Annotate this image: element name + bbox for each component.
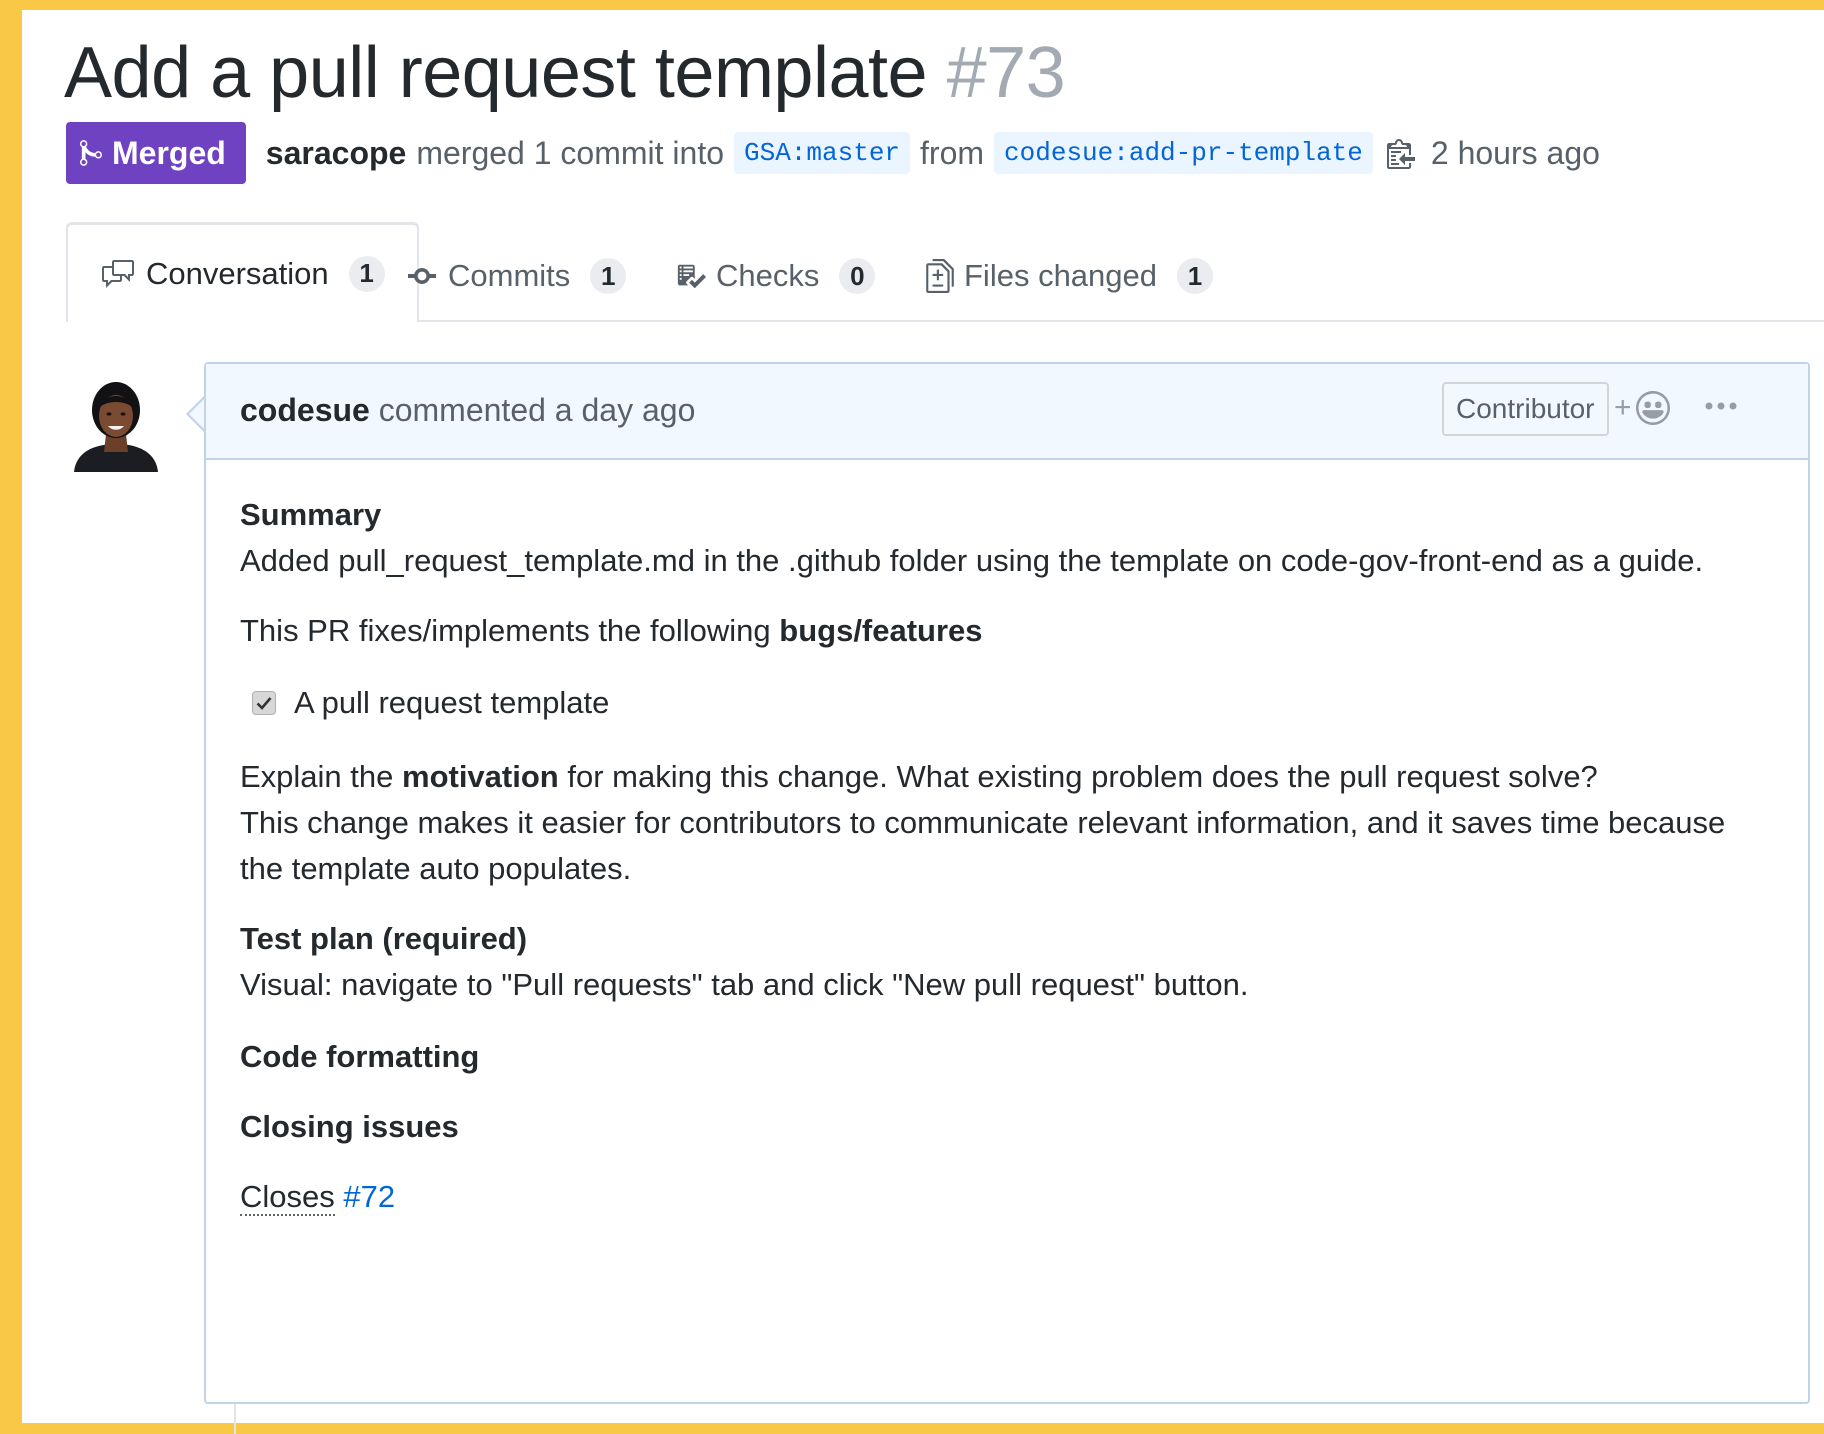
motivation-prefix: Explain the: [240, 759, 402, 794]
checklist-icon: [677, 264, 706, 289]
pr-title: Add a pull request template: [64, 33, 928, 113]
summary-heading: Summary: [240, 497, 382, 532]
base-branch-label[interactable]: GSA:master: [734, 132, 911, 174]
task-list-item: A pull request template: [240, 680, 1768, 726]
git-commit-icon: [408, 268, 436, 284]
comment-discussion-icon: [102, 259, 134, 288]
pull-request-page: Add a pull request template #73 Merged s…: [22, 10, 1824, 1434]
fixes-prefix: This PR fixes/implements the following: [240, 613, 780, 648]
test-plan-text: Visual: navigate to "Pull requests" tab …: [240, 967, 1249, 1002]
merge-action-text: merged 1 commit into: [416, 134, 724, 171]
more-options-button[interactable]: [1698, 382, 1744, 430]
contributor-badge: Contributor: [1442, 382, 1609, 436]
avatar[interactable]: [66, 372, 166, 472]
tab-label: Checks: [716, 258, 820, 293]
timeline-connector: [234, 1404, 236, 1434]
tab-counter: 1: [1177, 258, 1214, 294]
tab-label: Commits: [448, 258, 571, 293]
closes-line: Closes #72: [240, 1174, 1768, 1220]
page-title: Add a pull request template #73: [64, 30, 1066, 116]
task-label: A pull request template: [294, 685, 610, 720]
pr-number: #73: [946, 33, 1066, 113]
closing-issues-heading: Closing issues: [240, 1109, 459, 1144]
motivation-bold: motivation: [402, 759, 559, 794]
merged-state-badge: Merged: [66, 122, 246, 184]
from-text: from: [920, 134, 985, 171]
fixes-bold: bugs/features: [779, 613, 983, 648]
head-branch-label[interactable]: codesue:add-pr-template: [994, 132, 1373, 174]
comment-header: codesue commented a day ago Contributor …: [206, 364, 1808, 460]
tab-counter: 0: [839, 258, 876, 294]
comment-author-link[interactable]: codesue: [240, 392, 370, 428]
tab-checks[interactable]: Checks 0: [676, 232, 876, 320]
git-merge-icon: [80, 140, 102, 166]
clipboard-copy-icon[interactable]: [1386, 136, 1415, 170]
merged-label: Merged: [112, 134, 226, 171]
smiley-icon: [1635, 391, 1670, 425]
add-reaction-button[interactable]: +: [1614, 384, 1670, 432]
motivation-line: Explain the motivation for making this c…: [240, 754, 1768, 892]
plus-glyph: +: [1614, 391, 1632, 424]
comment-card: codesue commented a day ago Contributor …: [204, 362, 1810, 1404]
pr-meta-row: Merged saracope merged 1 commit into GSA…: [66, 122, 1600, 184]
issue-link[interactable]: #72: [343, 1179, 395, 1214]
comment-body: Summary Added pull_request_template.md i…: [240, 460, 1768, 1220]
fixes-line: This PR fixes/implements the following b…: [240, 608, 1768, 654]
task-checkbox[interactable]: [252, 691, 276, 715]
tab-conversation[interactable]: Conversation 1: [66, 222, 419, 322]
checkmark-icon: [256, 697, 272, 710]
tab-commits[interactable]: Commits 1: [406, 232, 627, 320]
tab-files-changed[interactable]: Files changed 1: [926, 232, 1214, 320]
motivation-suffix: for making this change. What existing pr…: [558, 759, 1598, 794]
summary-text: Added pull_request_template.md in the .g…: [240, 543, 1704, 578]
pr-tab-bar: Conversation 1 Commits 1 Checks 0 Files …: [66, 222, 1824, 322]
tab-counter: 1: [348, 255, 385, 292]
tab-label: Files changed: [964, 258, 1158, 293]
tab-label: Conversation: [146, 255, 329, 291]
comment-author-line: codesue commented a day ago: [240, 364, 695, 456]
comment-pointer-inner: [189, 398, 205, 430]
test-plan-heading: Test plan (required): [240, 921, 528, 956]
kebab-horizontal-icon: [1705, 402, 1737, 410]
code-formatting-heading: Code formatting: [240, 1039, 480, 1074]
merge-time: 2 hours ago: [1430, 134, 1600, 171]
comment-timestamp: commented a day ago: [378, 392, 696, 428]
closes-keyword: Closes: [240, 1179, 335, 1216]
merger-username-link[interactable]: saracope: [266, 135, 407, 172]
motivation-text: This change makes it easier for contribu…: [240, 805, 1726, 886]
tab-counter: 1: [590, 258, 627, 294]
diff-icon: [926, 259, 954, 293]
